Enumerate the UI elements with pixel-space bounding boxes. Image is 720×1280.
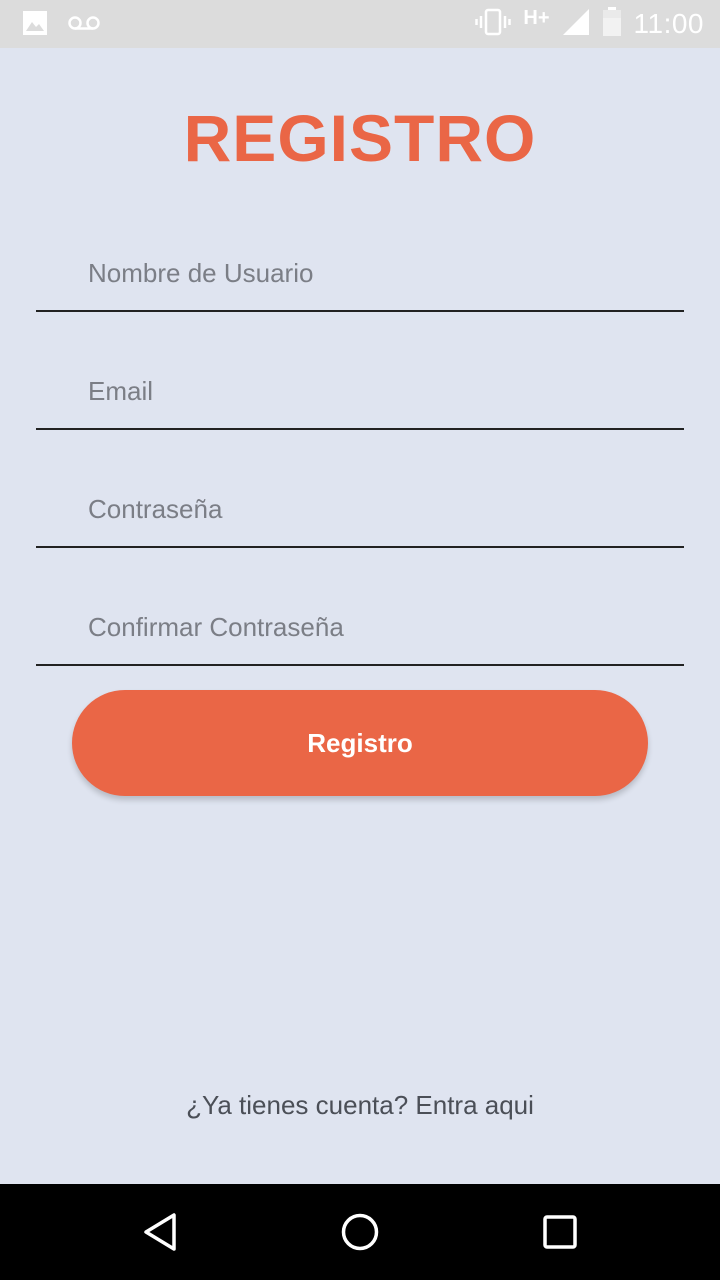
password-input[interactable]: [88, 484, 648, 534]
email-input[interactable]: [88, 366, 648, 416]
status-left-icons: [22, 10, 100, 41]
username-input[interactable]: [88, 248, 648, 298]
email-field: [36, 348, 684, 430]
voicemail-icon: [68, 14, 100, 37]
home-icon[interactable]: [340, 1212, 380, 1252]
back-icon[interactable]: [140, 1212, 180, 1252]
register-screen: REGISTRO Registro ¿Ya tienes cuenta? Ent…: [0, 48, 720, 1184]
login-link[interactable]: ¿Ya tienes cuenta? Entra aqui: [0, 1090, 720, 1121]
username-field: [36, 230, 684, 312]
image-icon: [22, 10, 48, 41]
confirm-password-field: [36, 584, 684, 666]
page-title: REGISTRO: [183, 101, 537, 175]
register-button[interactable]: Registro: [72, 690, 648, 796]
recents-icon[interactable]: [540, 1212, 580, 1252]
status-bar: H+ 11:00: [0, 0, 720, 48]
password-field: [36, 466, 684, 548]
status-time: 11:00: [633, 8, 704, 39]
confirm-password-input[interactable]: [88, 602, 648, 652]
status-right-icons: H+ 11:00: [475, 6, 704, 42]
network-type: H+: [523, 6, 550, 29]
signal-icon: [562, 8, 590, 41]
vibrate-icon: [475, 8, 512, 41]
battery-icon: [602, 6, 622, 42]
navigation-bar: [0, 1184, 720, 1280]
